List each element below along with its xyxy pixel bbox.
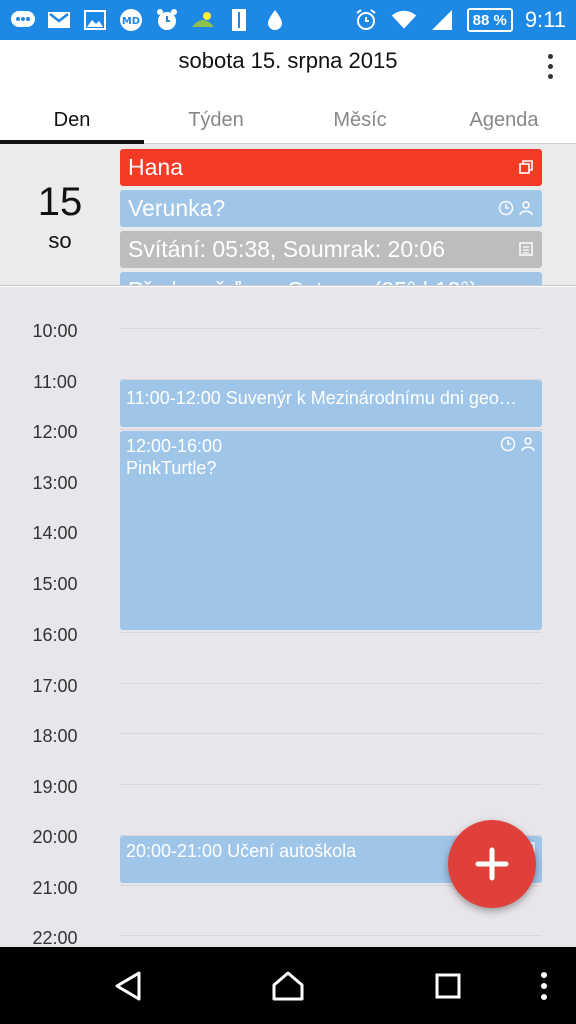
all-day-event-verunka[interactable]: Verunka?: [120, 190, 542, 227]
time-label: 21:00: [32, 878, 78, 898]
hour-line: [120, 935, 542, 936]
all-day-event-sunrise[interactable]: Svítání: 05:38, Soumrak: 20:06: [120, 231, 542, 268]
notification-icons: MD: [10, 8, 288, 32]
event-text: 11:00-12:00 Suvenýr k Meziná­rodnímu dni…: [126, 388, 517, 408]
home-icon[interactable]: [263, 961, 313, 1011]
gmail-icon: [46, 8, 72, 32]
battery-indicator: 88 %: [466, 8, 513, 32]
door-icon: [226, 8, 252, 32]
hour-line: [120, 328, 542, 329]
signal-icon: [429, 8, 455, 32]
time-label: 20:00: [32, 827, 78, 847]
day-number: 15: [37, 180, 83, 224]
hour-line: [120, 429, 542, 430]
time-label: 17:00: [32, 676, 78, 696]
image-icon: [82, 8, 108, 32]
md-icon: MD: [118, 8, 144, 32]
app-bar: sobota 15. srpna 2015 Den Týden Měsíc Ag…: [0, 40, 576, 144]
time-label: 13:00: [32, 473, 78, 493]
time-label: 12:00: [32, 422, 78, 442]
time-label: 15:00: [32, 574, 78, 594]
event-title: PinkTurtle?: [126, 458, 217, 478]
tab-den[interactable]: Den: [0, 104, 144, 144]
overflow-menu-icon[interactable]: [536, 48, 564, 84]
recents-icon[interactable]: [423, 961, 473, 1011]
event-suvenyr[interactable]: 11:00-12:00 Suvenýr k Meziná­rodnímu dni…: [120, 380, 542, 427]
event-pinkturtle[interactable]: 12:00-16:00 PinkTurtle?: [120, 431, 542, 630]
system-icons: 88 % 9:11: [353, 7, 566, 33]
hour-line: [120, 784, 542, 785]
back-icon[interactable]: [103, 961, 153, 1011]
event-title: Svítání: 05:38, Soumrak: 20:06: [128, 236, 446, 262]
tab-agenda[interactable]: Agenda: [432, 104, 576, 144]
notes-icon: [518, 231, 534, 268]
clock-icon: [500, 435, 516, 457]
event-title: Předpověď pro Ostravu (25° | 13°): [128, 277, 477, 285]
event-title: Hana: [128, 154, 183, 180]
person-icon: [520, 435, 536, 457]
hour-line: [120, 632, 542, 633]
time-label: 14:00: [32, 523, 78, 543]
view-tabs: Den Týden Měsíc Agenda: [0, 104, 576, 144]
all-day-section: 15 so Hana Verunka? Svítání: 05:38, Soum…: [0, 144, 576, 286]
navigation-bar: [0, 947, 576, 1024]
time-label: 11:00: [33, 372, 77, 392]
hour-line: [120, 733, 542, 734]
alarm-app-icon: [154, 8, 180, 32]
time-label: 19:00: [32, 777, 78, 797]
wifi-icon: [391, 8, 417, 32]
clock-icon: [498, 190, 514, 227]
event-time: 12:00-16:00: [126, 436, 223, 456]
weather-icon: [190, 8, 216, 32]
water-drop-icon: [262, 8, 288, 32]
time-label: 16:00: [32, 625, 78, 645]
person-icon: [518, 190, 534, 227]
day-name: so: [48, 228, 72, 253]
alarm-clock-icon: [353, 8, 379, 32]
duplicate-icon: [518, 149, 534, 186]
time-label: 18:00: [32, 726, 78, 746]
date-title[interactable]: sobota 15. srpna 2015: [0, 48, 576, 74]
plus-icon: [475, 847, 509, 881]
event-title: Verunka?: [128, 195, 226, 221]
menu-icon[interactable]: [519, 961, 569, 1011]
clock: 9:11: [524, 7, 566, 32]
hour-line: [120, 683, 542, 684]
chat-bubble-icon: [10, 8, 36, 32]
time-label: 22:00: [32, 928, 78, 947]
time-label: 10:00: [32, 321, 78, 341]
status-bar: MD 88 % 9:11: [0, 0, 576, 40]
tab-mesic[interactable]: Měsíc: [288, 104, 432, 144]
all-day-event-forecast[interactable]: Předpověď pro Ostravu (25° | 13°): [120, 272, 542, 285]
all-day-event-hana[interactable]: Hana: [120, 149, 542, 186]
tab-tyden[interactable]: Týden: [144, 104, 288, 144]
add-event-button[interactable]: [448, 820, 536, 908]
svg-text:MD: MD: [122, 16, 140, 27]
